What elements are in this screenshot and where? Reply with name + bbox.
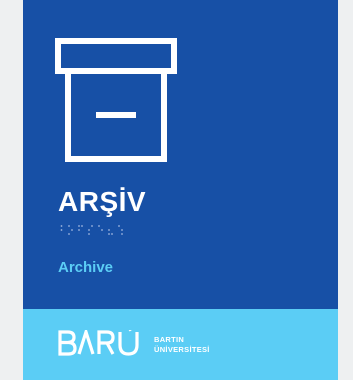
baru-logo bbox=[58, 330, 139, 356]
archive-box-icon bbox=[55, 38, 177, 162]
sign-subtitle: Archive bbox=[58, 259, 114, 276]
sign-title: ARŞİV bbox=[58, 186, 147, 217]
university-line-2: ÜNİVERSİTESİ bbox=[154, 344, 210, 354]
university-line-1: BARTIN bbox=[154, 335, 185, 344]
footer-band: BARTIN ÜNİVERSİTESİ bbox=[23, 309, 338, 380]
archive-sign: ARŞİV Archive BARTIN ÜNİVERSİTESİ bbox=[23, 0, 338, 380]
university-name: BARTIN ÜNİVERSİTESİ bbox=[154, 335, 210, 354]
braille-text bbox=[60, 225, 123, 235]
